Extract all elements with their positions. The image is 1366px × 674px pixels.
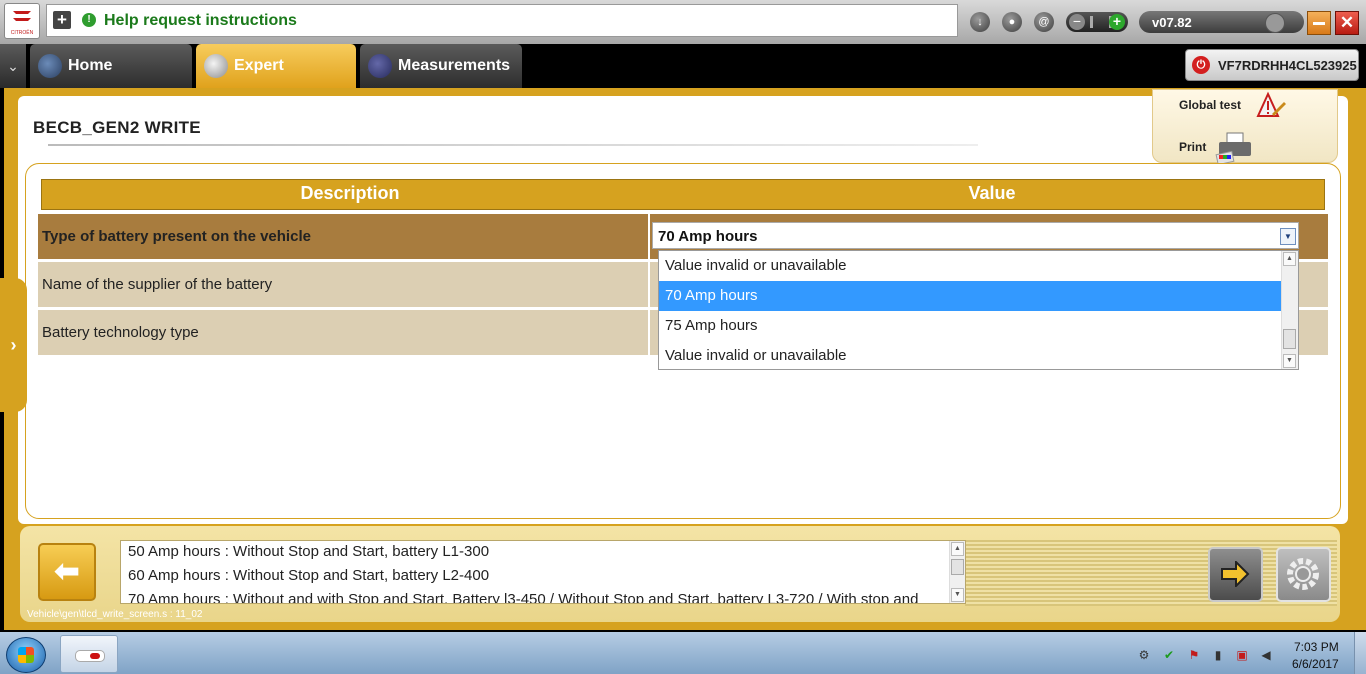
help-bar[interactable]: + ! Help request instructions	[46, 4, 958, 37]
minimize-button[interactable]	[1307, 11, 1331, 35]
dropdown-scrollbar[interactable]: ▲ ▼	[1281, 251, 1298, 369]
email-icon[interactable]: @	[1034, 12, 1054, 32]
monitor-tray-icon[interactable]: ▣	[1235, 648, 1249, 662]
power-icon: ⏻	[1192, 56, 1210, 74]
version-badge: v07.82	[1139, 11, 1304, 33]
select-current-value: 70 Amp hours	[658, 228, 758, 245]
version-text: v07.82	[1152, 15, 1192, 30]
dropdown-option[interactable]: 75 Amp hours	[659, 311, 1282, 341]
vin-button[interactable]: ⏻ VF7RDRHH4CL523925	[1185, 49, 1359, 81]
screen-path: Vehicle\gen\tlcd_write_screen.s : 11_02	[27, 609, 203, 620]
table-row-description[interactable]: Battery technology type	[38, 310, 648, 355]
help-request-text[interactable]: Help request instructions	[104, 12, 297, 30]
info-scrollbar[interactable]: ▲ ▼	[949, 541, 965, 603]
tab-expert-label: Expert	[234, 57, 284, 74]
global-test-label[interactable]: Global test	[1179, 98, 1241, 112]
citroen-logo: CITROËN	[4, 3, 40, 39]
brand-text: CITROËN	[10, 30, 34, 36]
info-line: 50 Amp hours : Without Stop and Start, b…	[128, 543, 490, 560]
scroll-up-icon[interactable]: ▲	[951, 542, 964, 556]
home-icon	[38, 54, 62, 78]
printer-icon[interactable]	[1213, 131, 1255, 165]
next-button[interactable]	[1208, 547, 1263, 602]
dropdown-option[interactable]: Value invalid or unavailable	[659, 341, 1282, 371]
volume-plus-icon[interactable]: +	[1109, 14, 1125, 30]
network-tray-icon[interactable]: ⚙	[1137, 648, 1151, 662]
vin-text: VF7RDRHH4CL523925	[1218, 58, 1357, 73]
gear-icon	[1287, 558, 1319, 590]
battery-type-select[interactable]: 70 Amp hours ▼	[652, 222, 1299, 249]
waveform-icon	[368, 54, 392, 78]
taskbar-app-button[interactable]	[60, 635, 118, 673]
scroll-down-icon[interactable]: ▼	[951, 588, 964, 602]
print-label[interactable]: Print	[1179, 140, 1206, 154]
back-button[interactable]: ⬅	[38, 543, 96, 601]
info-line: 60 Amp hours : Without Stop and Start, b…	[128, 567, 490, 584]
tab-measurements[interactable]: Measurements	[360, 44, 522, 88]
tab-bar: Home Expert Measurements ⏻ VF7RDRHH4CL52…	[0, 44, 1366, 88]
title-bar: CITROËN + ! Help request instructions ↓ …	[0, 0, 1366, 44]
scroll-thumb[interactable]	[1283, 329, 1296, 349]
description-header: Description	[300, 183, 400, 203]
table-row-description[interactable]: Type of battery present on the vehicle	[38, 214, 648, 259]
tab-home-label: Home	[68, 57, 113, 74]
battery-tray-icon[interactable]: ▮	[1211, 648, 1225, 662]
table-header: Description Value	[41, 179, 1325, 210]
tab-home[interactable]: Home	[30, 44, 192, 88]
chevron-down-icon[interactable]: ▼	[1280, 228, 1296, 245]
clock-date[interactable]: 6/6/2017	[1292, 657, 1339, 671]
help-info-box: 50 Amp hours : Without Stop and Start, b…	[120, 540, 966, 604]
start-button[interactable]	[6, 637, 46, 673]
scroll-down-icon[interactable]: ▼	[1283, 354, 1296, 368]
flag-tray-icon[interactable]: ⚑	[1187, 648, 1201, 662]
expand-plus-icon[interactable]: +	[53, 11, 71, 29]
show-desktop-button[interactable]	[1354, 632, 1366, 674]
arrow-right-icon	[1221, 561, 1250, 587]
dropdown-option-selected[interactable]: 70 Amp hours	[659, 281, 1282, 311]
info-line: 70 Amp hours : Without and with Stop and…	[128, 591, 919, 604]
check-tray-icon[interactable]: ✔	[1162, 648, 1176, 662]
volume-control[interactable]: − +	[1066, 12, 1128, 32]
dropdown-options-list: Value invalid or unavailable 70 Amp hour…	[658, 250, 1299, 370]
scroll-thumb[interactable]	[951, 559, 964, 575]
download-icon[interactable]: ↓	[970, 12, 990, 32]
tab-expert[interactable]: Expert	[196, 44, 356, 88]
speaker-tray-icon[interactable]: ◀	[1259, 648, 1273, 662]
app-icon	[75, 650, 105, 662]
title-underline	[48, 144, 978, 146]
settings-button[interactable]	[1276, 547, 1331, 602]
windows-logo-icon	[18, 647, 34, 663]
page-title: BECB_GEN2 WRITE	[33, 118, 201, 137]
scroll-up-icon[interactable]: ▲	[1283, 252, 1296, 266]
expand-left-panel-button[interactable]: ›	[0, 278, 27, 412]
table-row-description[interactable]: Name of the supplier of the battery	[38, 262, 648, 307]
dial-icon[interactable]	[1265, 13, 1285, 33]
value-header: Value	[968, 183, 1016, 203]
dropdown-option[interactable]: Value invalid or unavailable	[659, 251, 1282, 281]
warning-icon[interactable]	[1250, 90, 1286, 120]
chevron-down-icon[interactable]: ⌄	[0, 44, 26, 88]
help-status-icon: !	[82, 13, 96, 27]
volume-minus-icon[interactable]: −	[1069, 14, 1085, 30]
user-icon[interactable]: ●	[1002, 12, 1022, 32]
clock-time[interactable]: 7:03 PM	[1294, 640, 1339, 654]
magnifier-icon	[204, 54, 228, 78]
tab-measurements-label: Measurements	[398, 57, 511, 74]
close-button[interactable]: ✕	[1335, 11, 1359, 35]
